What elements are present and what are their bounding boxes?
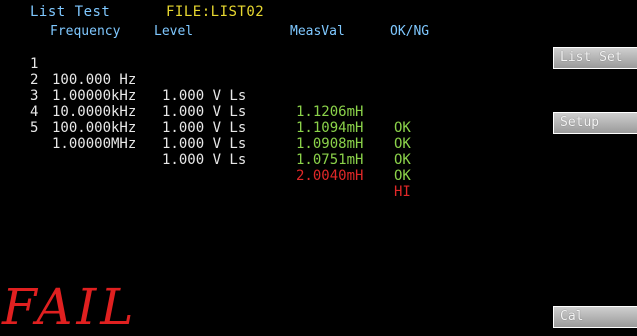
list-row[interactable]: 2 1.00000kHz 1.000 V Ls 1.1094mH OK	[30, 56, 411, 152]
row-measval: 1.0908mH	[296, 136, 364, 152]
row-level: 1.000 V Ls	[162, 104, 247, 120]
page-title: List Test	[30, 4, 111, 20]
row-level: 1.000 V Ls	[162, 88, 247, 104]
row-measval: 2.0040mH	[296, 168, 364, 184]
cal-button[interactable]: Cal	[553, 306, 637, 328]
list-set-button[interactable]: List Set	[553, 47, 637, 69]
file-name: FILE:LIST02	[166, 4, 265, 20]
row-status: HI	[394, 184, 411, 200]
setup-button[interactable]: Setup	[553, 112, 637, 134]
row-frequency: 1.00000MHz	[52, 136, 137, 152]
list-row[interactable]: 1 100.000 Hz 1.000 V Ls 1.1206mH OK	[30, 40, 411, 136]
row-measval: 1.1206mH	[296, 104, 364, 120]
row-measval: 1.0751mH	[296, 152, 364, 168]
row-status: OK	[394, 120, 411, 136]
row-measval: 1.1094mH	[296, 120, 364, 136]
measurement-list: 1 100.000 Hz 1.000 V Ls 1.1206mH OK 2 1.…	[30, 40, 411, 200]
column-header-okng: OK/NG	[390, 24, 430, 39]
column-header-frequency: Frequency	[50, 24, 121, 39]
column-header-measval: MeasVal	[290, 24, 345, 39]
lcr-meter-screen: List Test FILE:LIST02 Frequency Level Me…	[0, 0, 637, 336]
row-status: OK	[394, 152, 411, 168]
row-index: 5	[30, 120, 39, 136]
row-status: OK	[394, 168, 411, 184]
fail-indicator: FAIL	[2, 278, 138, 336]
list-row[interactable]: 5 1.00000MHz 1.000 V Ls 2.0040mH HI	[30, 104, 411, 200]
column-header-level: Level	[154, 24, 194, 39]
row-level: 1.000 V Ls	[162, 120, 247, 136]
row-level: 1.000 V Ls	[162, 152, 247, 168]
row-status: OK	[394, 136, 411, 152]
list-row[interactable]: 3 10.0000kHz 1.000 V Ls 1.0908mH OK	[30, 72, 411, 168]
row-level: 1.000 V Ls	[162, 136, 247, 152]
list-row[interactable]: 4 100.000kHz 1.000 V Ls 1.0751mH OK	[30, 88, 411, 184]
